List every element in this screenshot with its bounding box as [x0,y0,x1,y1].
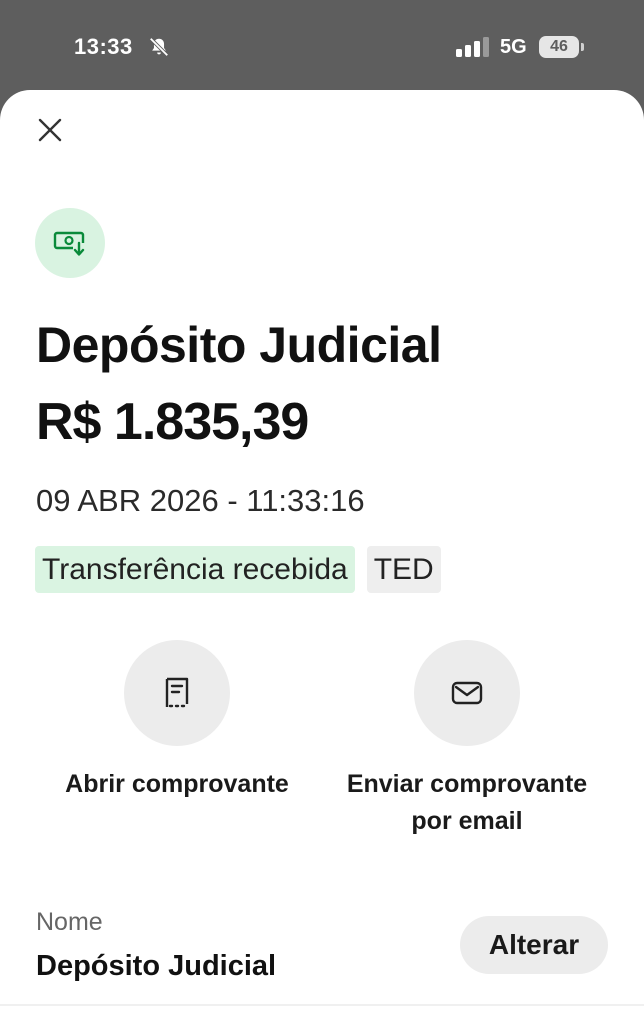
alter-name-button[interactable]: Alterar [460,916,608,974]
tag-ted: TED [366,546,441,593]
transaction-sheet: Depósito Judicial R$ 1.835,39 09 ABR 202… [0,90,644,1024]
email-receipt-circle[interactable] [414,640,520,746]
open-receipt-label: Abrir comprovante [65,770,289,798]
signal-icon [456,37,489,57]
transaction-tags: Transferência recebida TED [35,546,441,593]
tag-transfer-type: Transferência recebida [35,546,355,593]
close-button[interactable] [30,110,70,150]
email-receipt-label: Enviar comprovante por email [346,770,588,835]
divider [0,1004,644,1006]
email-receipt-button[interactable]: Enviar comprovante por email [317,640,617,840]
transaction-amount: R$ 1.835,39 [36,393,309,451]
transaction-datetime: 09 ABR 2026 - 11:33:16 [36,483,365,518]
status-bar: 13:33 5G 46 [0,0,644,92]
battery-icon: 46 [539,36,579,58]
network-label: 5G [500,36,527,58]
open-receipt-circle[interactable] [124,640,230,746]
transaction-icon-badge [35,208,105,278]
open-receipt-button[interactable]: Abrir comprovante [27,640,327,803]
bell-muted-icon [149,37,169,57]
status-time: 13:33 [74,34,133,59]
money-received-icon [53,231,85,257]
transaction-title: Depósito Judicial [36,317,442,373]
name-field-label: Nome [36,908,103,936]
battery-tip [581,43,584,51]
mail-icon [451,681,483,705]
close-icon [38,118,62,142]
receipt-icon [165,677,189,708]
name-field-value: Depósito Judicial [36,950,277,982]
